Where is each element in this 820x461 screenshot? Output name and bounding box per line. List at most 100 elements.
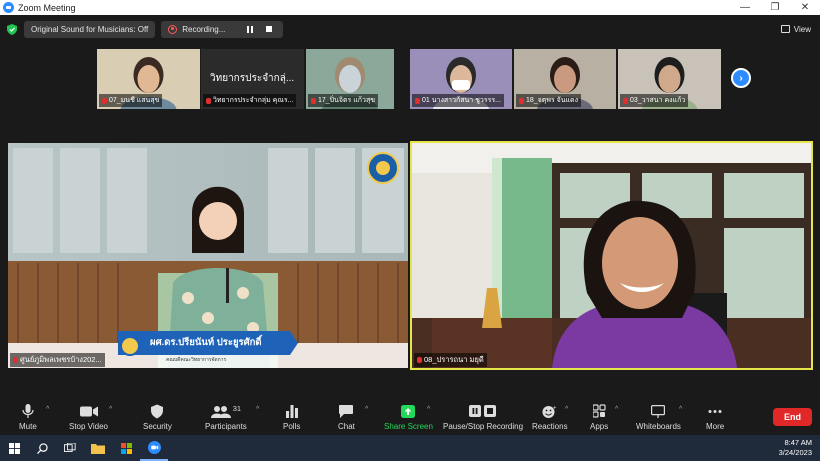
microsoft-store-icon[interactable] [112,435,140,461]
meeting-topbar: Original Sound for Musicians: Off Record… [0,15,820,43]
next-page-arrow-icon[interactable]: › [731,68,751,88]
mute-button[interactable]: Mute [19,404,37,431]
thumbnail-name-tag: 18_จตุพร จันแดง [516,94,582,107]
thumbnail-participant-name: 18_จตุพร จันแดง [526,97,579,104]
mic-muted-icon [13,357,18,363]
clock-date: 3/24/2023 [778,448,812,457]
reactions-options-chevron-icon[interactable]: ^ [565,406,568,413]
chat-label: Chat [338,422,355,431]
participant-name-tag: ศูนย์ภูมิพลเพชรบ้าง202... [10,353,105,367]
mute-label: Mute [19,422,37,431]
reactions-button[interactable]: + Reactions [532,404,568,432]
participant-name: ศูนย์ภูมิพลเพชรบ้าง202... [20,355,102,364]
polls-label: Polls [283,422,301,431]
zoom-taskbar-icon[interactable] [140,435,168,461]
window-titlebar: Zoom Meeting — ❐ ✕ [0,0,820,15]
thumbnail-tile[interactable]: 17_ปิ่นจิตร แก้วสุข [306,49,394,109]
file-explorer-icon[interactable] [84,435,112,461]
thumbnail-display-name: วิทยากรประจำกลุ่... [210,73,295,84]
video-tile-speaker-right[interactable]: 08_ปรารถนา มยุดี [410,141,813,370]
thumbnail-tile[interactable]: 18_จตุพร จันแดง [514,49,616,109]
view-grid-icon [780,25,790,33]
pause-stop-recording-icon [469,405,497,417]
share-screen-button[interactable]: Share Screen [384,404,433,431]
system-clock[interactable]: 8:47 AM 3/24/2023 [779,438,812,458]
share-options-chevron-icon[interactable]: ^ [427,406,430,413]
mic-muted-icon [102,97,107,104]
participants-count: 31 [232,404,242,413]
recording-indicator: Recording... [161,20,283,38]
mic-muted-icon [206,97,211,104]
mic-muted-icon [623,97,628,104]
video-frame [412,143,811,368]
recording-label: Recording... [182,24,226,34]
whiteboards-label: Whiteboards [636,422,681,431]
whiteboards-options-chevron-icon[interactable]: ^ [679,406,682,413]
whiteboard-icon [651,405,666,418]
original-sound-label: Original Sound for Musicians: Off [31,24,149,34]
pause-recording-icon[interactable] [247,25,253,33]
more-button[interactable]: More [706,404,724,431]
reactions-label: Reactions [532,422,568,431]
participants-options-chevron-icon[interactable]: ^ [256,406,259,413]
view-label: View [793,24,811,34]
speaker-banner-name: ผศ.ดร.ปรียนันท์ ประยูรศักดิ์ [150,337,262,348]
mic-muted-icon [415,97,420,104]
pause-stop-recording-button[interactable]: Pause/Stop Recording [443,404,523,431]
microphone-icon [22,404,34,418]
participants-button[interactable]: 31 Participants [205,404,247,431]
polls-chart-icon [285,405,298,418]
more-label: More [706,422,725,431]
thumbnail-name-tag: 03_วาสนา คงแก้ว [620,94,689,107]
end-meeting-button[interactable]: End [773,408,812,426]
thumbnail-name-tag: 07_มนชี แสนสุข [99,94,163,107]
thumbnail-participant-name: วิทยากรประจำกลุ่ม คุณร... [213,97,294,104]
security-shield-icon [151,404,164,419]
chat-bubble-icon [339,405,354,418]
search-icon[interactable] [28,435,56,461]
chat-button[interactable]: Chat [338,404,355,431]
more-ellipsis-icon [708,410,722,413]
stop-video-label: Stop Video [69,422,108,431]
speaker-banner-subtitle: คณบดีคณะวิทยาการจัดการ [166,357,227,363]
chat-options-chevron-icon[interactable]: ^ [365,406,368,413]
svg-text:+: + [553,406,557,412]
video-camera-icon [79,406,98,417]
thumbnail-tile[interactable]: 03_วาสนา คงแก้ว [618,49,721,109]
security-label: Security [143,422,172,431]
video-options-chevron-icon[interactable]: ^ [109,406,112,413]
thumbnail-tile[interactable]: 07_มนชี แสนสุข [97,49,200,109]
maximize-button[interactable]: ❐ [760,2,790,13]
recording-icon [168,24,178,34]
polls-button[interactable]: Polls [283,404,300,431]
view-button[interactable]: View [780,24,811,34]
windows-taskbar: 8:47 AM 3/24/2023 [0,435,820,461]
video-tile-speaker-left[interactable]: ผศ.ดร.ปรียนันท์ ประยูรศักดิ์ คณบดีคณะวิท… [8,143,408,368]
share-screen-label: Share Screen [384,422,433,431]
stop-video-button[interactable]: Stop Video [69,404,108,431]
apps-icon [592,404,606,418]
apps-button[interactable]: Apps [590,404,608,431]
minimize-button[interactable]: — [730,2,760,13]
stop-recording-icon[interactable] [265,26,272,32]
windows-start-icon[interactable] [0,435,28,461]
pause-stop-recording-label: Pause/Stop Recording [443,422,524,431]
participant-name: 08_ปรารถนา มยุดี [424,355,484,364]
thumbnail-name-tag: 17_ปิ่นจิตร แก้วสุข [308,94,378,107]
thumbnail-participant-name: 03_วาสนา คงแก้ว [630,97,686,104]
thumbnail-tile[interactable]: 01 นางสาวก้สนา ชูวรรร... [410,49,512,109]
security-button[interactable]: Security [143,404,172,431]
close-button[interactable]: ✕ [790,2,820,13]
apps-label: Apps [590,422,609,431]
mic-muted-icon [519,97,524,104]
mute-options-chevron-icon[interactable]: ^ [46,406,49,413]
original-sound-toggle[interactable]: Original Sound for Musicians: Off [24,20,156,38]
task-view-icon[interactable] [56,435,84,461]
participant-name-tag: 08_ปรารถนา มยุดี [414,353,487,367]
whiteboards-button[interactable]: Whiteboards [636,404,681,431]
clock-time: 8:47 AM [784,438,812,447]
speaker-seal-icon [120,336,140,356]
apps-options-chevron-icon[interactable]: ^ [615,406,618,413]
security-shield-icon[interactable] [7,23,17,35]
thumbnail-tile[interactable]: วิทยากรประจำกลุ่... วิทยากรประจำกลุ่ม คุณ… [201,49,304,109]
